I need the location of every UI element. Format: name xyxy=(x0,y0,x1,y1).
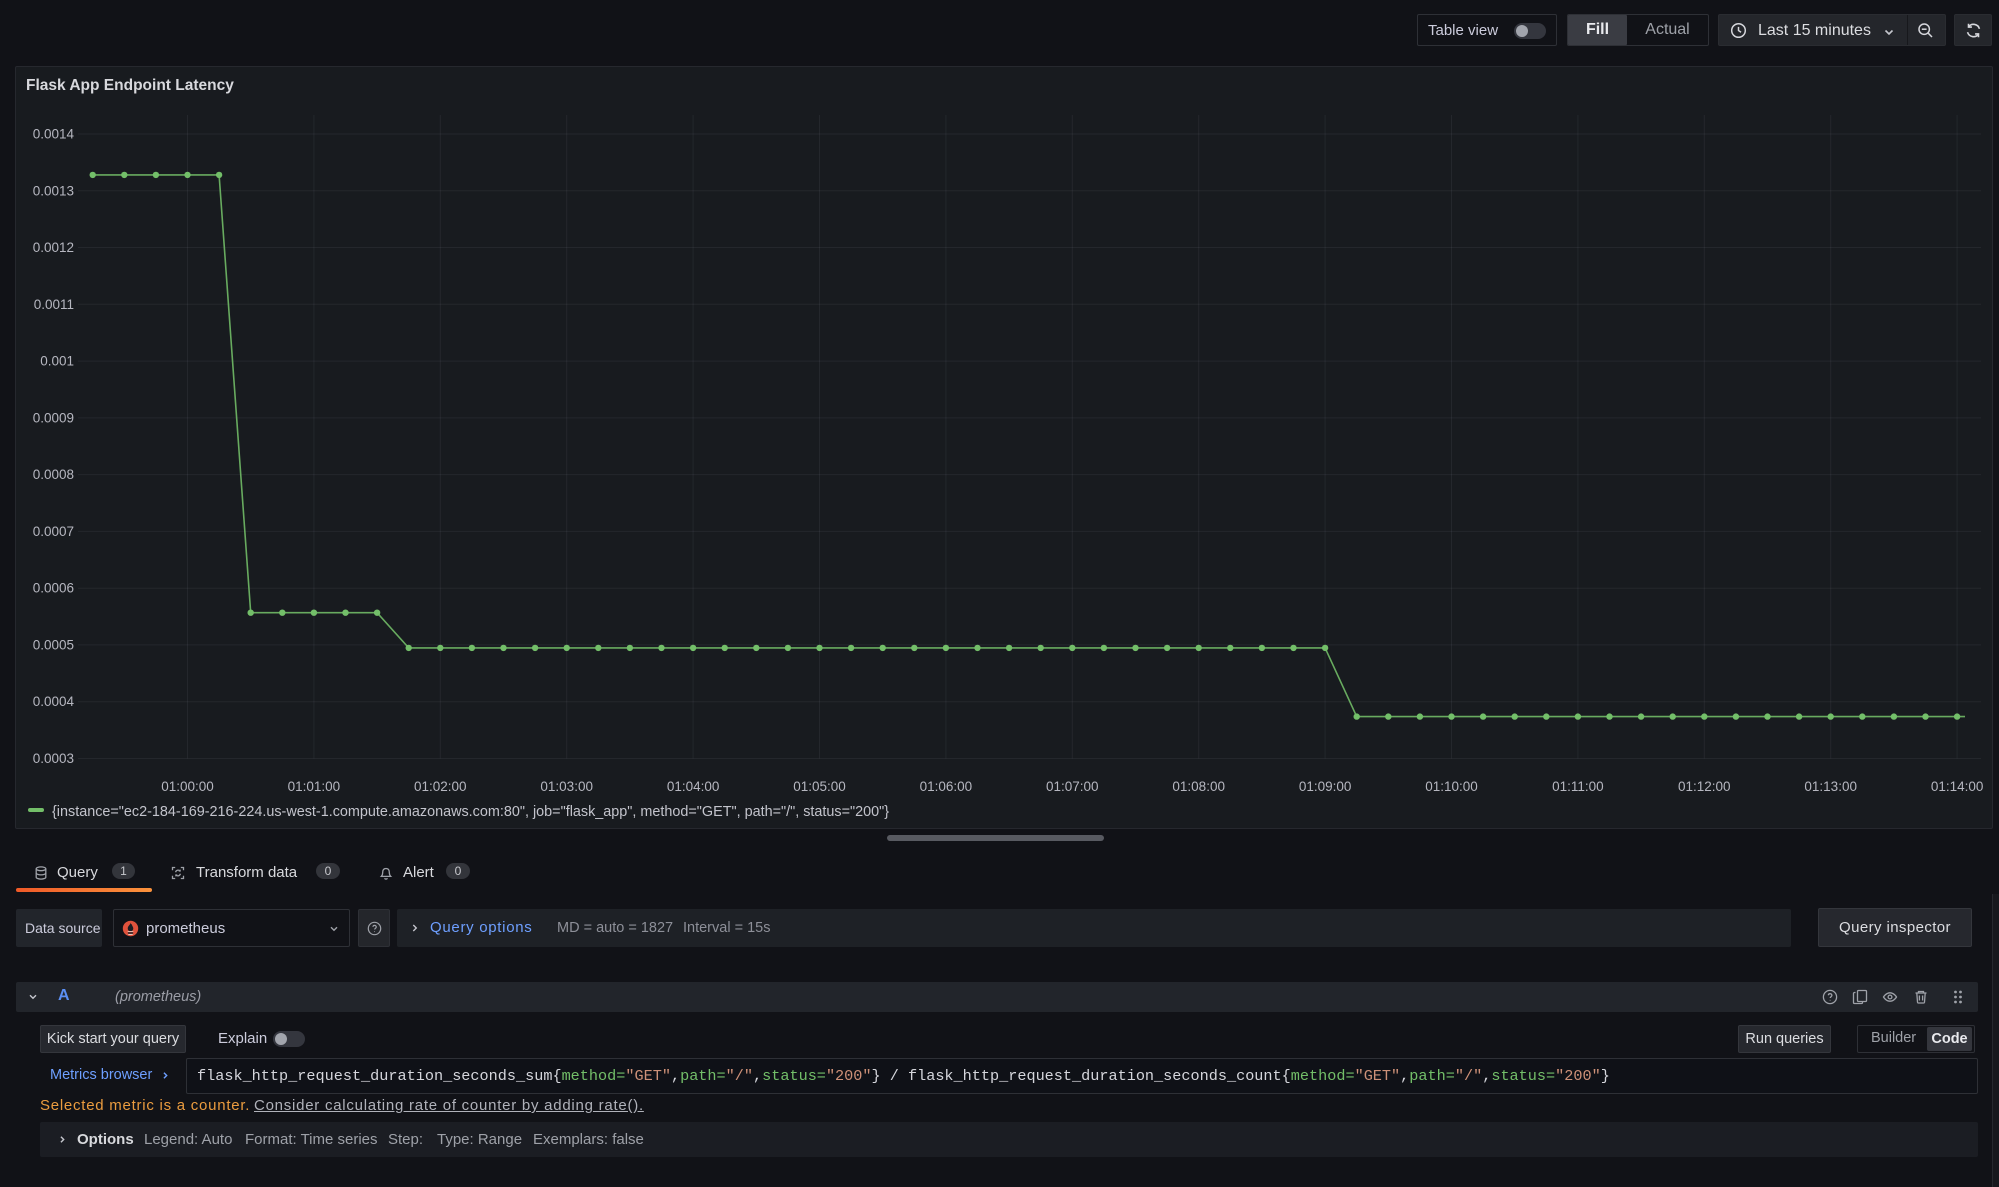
svg-text:01:03:00: 01:03:00 xyxy=(540,779,593,794)
svg-text:0.0014: 0.0014 xyxy=(33,127,75,142)
svg-text:0.0012: 0.0012 xyxy=(33,240,74,255)
svg-text:01:11:00: 01:11:00 xyxy=(1552,779,1604,794)
svg-text:01:08:00: 01:08:00 xyxy=(1172,779,1225,794)
svg-text:0.001: 0.001 xyxy=(40,354,74,369)
svg-text:01:04:00: 01:04:00 xyxy=(667,779,720,794)
svg-text:0.0009: 0.0009 xyxy=(33,410,74,425)
svg-text:{instance="ec2-184-169-216-224: {instance="ec2-184-169-216-224.us-west-1… xyxy=(52,804,889,820)
svg-text:01:06:00: 01:06:00 xyxy=(920,779,973,794)
svg-text:01:00:00: 01:00:00 xyxy=(161,779,214,794)
svg-text:0.0011: 0.0011 xyxy=(34,297,74,312)
svg-text:01:07:00: 01:07:00 xyxy=(1046,779,1099,794)
svg-text:01:13:00: 01:13:00 xyxy=(1804,779,1857,794)
svg-text:01:01:00: 01:01:00 xyxy=(288,779,341,794)
svg-text:01:09:00: 01:09:00 xyxy=(1299,779,1352,794)
svg-text:01:02:00: 01:02:00 xyxy=(414,779,467,794)
svg-text:0.0003: 0.0003 xyxy=(33,751,74,766)
svg-text:0.0007: 0.0007 xyxy=(33,524,74,539)
svg-text:0.0006: 0.0006 xyxy=(33,581,74,596)
svg-text:01:14:00: 01:14:00 xyxy=(1931,779,1984,794)
svg-text:0.0013: 0.0013 xyxy=(33,183,74,198)
svg-text:01:12:00: 01:12:00 xyxy=(1678,779,1731,794)
svg-text:01:10:00: 01:10:00 xyxy=(1425,779,1478,794)
svg-text:0.0008: 0.0008 xyxy=(33,467,74,482)
svg-text:0.0004: 0.0004 xyxy=(33,694,75,709)
svg-text:0.0005: 0.0005 xyxy=(33,637,74,652)
svg-text:01:05:00: 01:05:00 xyxy=(793,779,846,794)
